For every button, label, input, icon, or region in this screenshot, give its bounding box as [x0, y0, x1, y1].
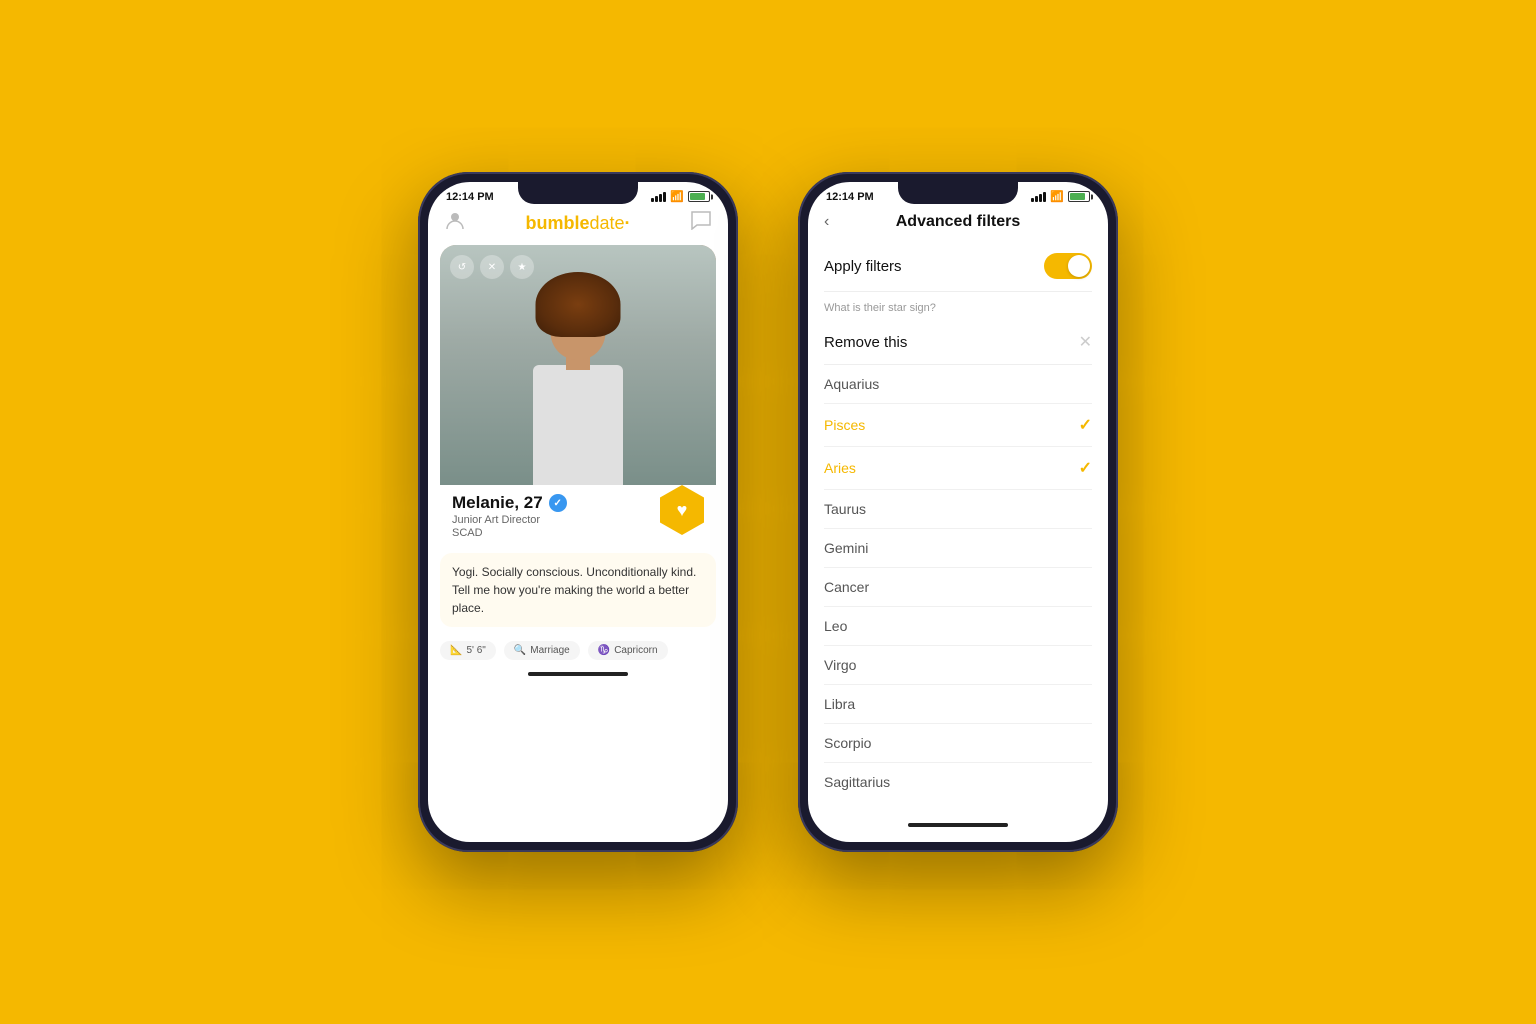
time-1: 12:14 PM	[446, 191, 494, 203]
rewind-icon[interactable]: ↺	[450, 255, 474, 279]
profile-icon[interactable]	[444, 209, 466, 237]
verified-badge: ✓	[549, 494, 567, 512]
profile-name: Melanie, 27 ✓	[452, 493, 567, 513]
profile-info: Melanie, 27 ✓ Junior Art Director SCAD ♥	[440, 485, 716, 545]
status-icons-1: 📶	[651, 190, 710, 203]
profile-bio: Yogi. Socially conscious. Unconditionall…	[440, 553, 716, 627]
sign-name-taurus: Taurus	[824, 501, 866, 517]
tag-marriage-label: Marriage	[530, 645, 569, 656]
star-sign-scorpio[interactable]: Scorpio	[824, 724, 1092, 763]
tag-starsign: ♑ Capricorn	[588, 641, 668, 660]
profile-job: Junior Art Director	[452, 514, 567, 526]
chat-icon[interactable]	[690, 210, 712, 236]
star-sign-virgo[interactable]: Virgo	[824, 646, 1092, 685]
sign-name-gemini: Gemini	[824, 540, 868, 556]
profile-school: SCAD	[452, 527, 567, 539]
sign-name-leo: Leo	[824, 618, 847, 634]
toggle-knob	[1068, 255, 1090, 277]
apply-filters-row: Apply filters	[824, 241, 1092, 292]
phone1-content: bumbledate·	[428, 205, 728, 833]
battery-icon	[688, 191, 710, 202]
star-sign-gemini[interactable]: Gemini	[824, 529, 1092, 568]
signal-icon-2	[1031, 192, 1046, 202]
tag-relationship: 🔍 Marriage	[504, 641, 580, 660]
star-icon[interactable]: ★	[510, 255, 534, 279]
sign-name-libra: Libra	[824, 696, 855, 712]
app-logo: bumbledate·	[525, 213, 630, 234]
wifi-icon: 📶	[670, 190, 684, 203]
sign-name-sagittarius: Sagittarius	[824, 774, 890, 790]
signal-icon	[651, 192, 666, 202]
phone-1: 12:14 PM 📶	[418, 172, 738, 852]
relationship-icon: 🔍	[514, 645, 526, 656]
wifi-icon-2: 📶	[1050, 190, 1064, 203]
battery-icon-2	[1068, 191, 1090, 202]
like-button[interactable]: ♥	[660, 485, 704, 535]
star-signs-list: Aquarius Pisces ✓ Aries ✓ Taurus	[824, 365, 1092, 801]
star-sign-leo[interactable]: Leo	[824, 607, 1092, 646]
star-sign-question: What is their star sign?	[824, 292, 1092, 320]
star-sign-sagittarius[interactable]: Sagittarius	[824, 763, 1092, 801]
home-indicator-1	[528, 672, 628, 676]
star-sign-pisces[interactable]: Pisces ✓	[824, 404, 1092, 447]
starsign-icon: ♑	[598, 645, 610, 656]
filter-title: Advanced filters	[896, 213, 1020, 231]
time-2: 12:14 PM	[826, 191, 874, 203]
filter-header: ‹ Advanced filters	[808, 205, 1108, 241]
sign-name-aquarius: Aquarius	[824, 376, 879, 392]
star-sign-cancer[interactable]: Cancer	[824, 568, 1092, 607]
close-icon[interactable]: ✕	[480, 255, 504, 279]
app-header: bumbledate·	[428, 205, 728, 245]
phone2-content: ‹ Advanced filters Apply filters What is…	[808, 205, 1108, 833]
check-aries: ✓	[1079, 458, 1092, 478]
phone-2: 12:14 PM 📶 ‹ Advanced filters	[798, 172, 1118, 852]
star-sign-aries[interactable]: Aries ✓	[824, 447, 1092, 490]
sign-name-scorpio: Scorpio	[824, 735, 871, 751]
star-sign-aquarius[interactable]: Aquarius	[824, 365, 1092, 404]
star-sign-taurus[interactable]: Taurus	[824, 490, 1092, 529]
card-action-icons: ↺ ✕ ★	[450, 255, 534, 279]
height-icon: 📐	[450, 645, 462, 656]
profile-image: ↺ ✕ ★	[440, 245, 716, 485]
notch-1	[518, 182, 638, 204]
logo-text: bumble	[525, 213, 589, 233]
profile-tags: 📐 5' 6" 🔍 Marriage ♑ Capricorn	[440, 641, 716, 660]
sign-name-pisces: Pisces	[824, 417, 865, 433]
remove-label: Remove this	[824, 334, 907, 351]
check-pisces: ✓	[1079, 415, 1092, 435]
sign-name-virgo: Virgo	[824, 657, 856, 673]
tag-height: 📐 5' 6"	[440, 641, 496, 660]
star-sign-libra[interactable]: Libra	[824, 685, 1092, 724]
remove-x-icon[interactable]: ✕	[1079, 332, 1092, 352]
sign-name-cancer: Cancer	[824, 579, 869, 595]
status-icons-2: 📶	[1031, 190, 1090, 203]
logo-suffix: date	[589, 213, 624, 233]
profile-card: ↺ ✕ ★ Melanie, 27 ✓ Junior Art Direct	[440, 245, 716, 545]
apply-filters-toggle[interactable]	[1044, 253, 1092, 279]
remove-row: Remove this ✕	[824, 320, 1092, 365]
home-indicator-2	[908, 823, 1008, 827]
apply-filters-label: Apply filters	[824, 258, 902, 275]
logo-dot: ·	[625, 213, 631, 233]
back-button[interactable]: ‹	[824, 213, 829, 231]
notch-2	[898, 182, 1018, 204]
sign-name-aries: Aries	[824, 460, 856, 476]
filter-list: Apply filters What is their star sign? R…	[808, 241, 1108, 817]
